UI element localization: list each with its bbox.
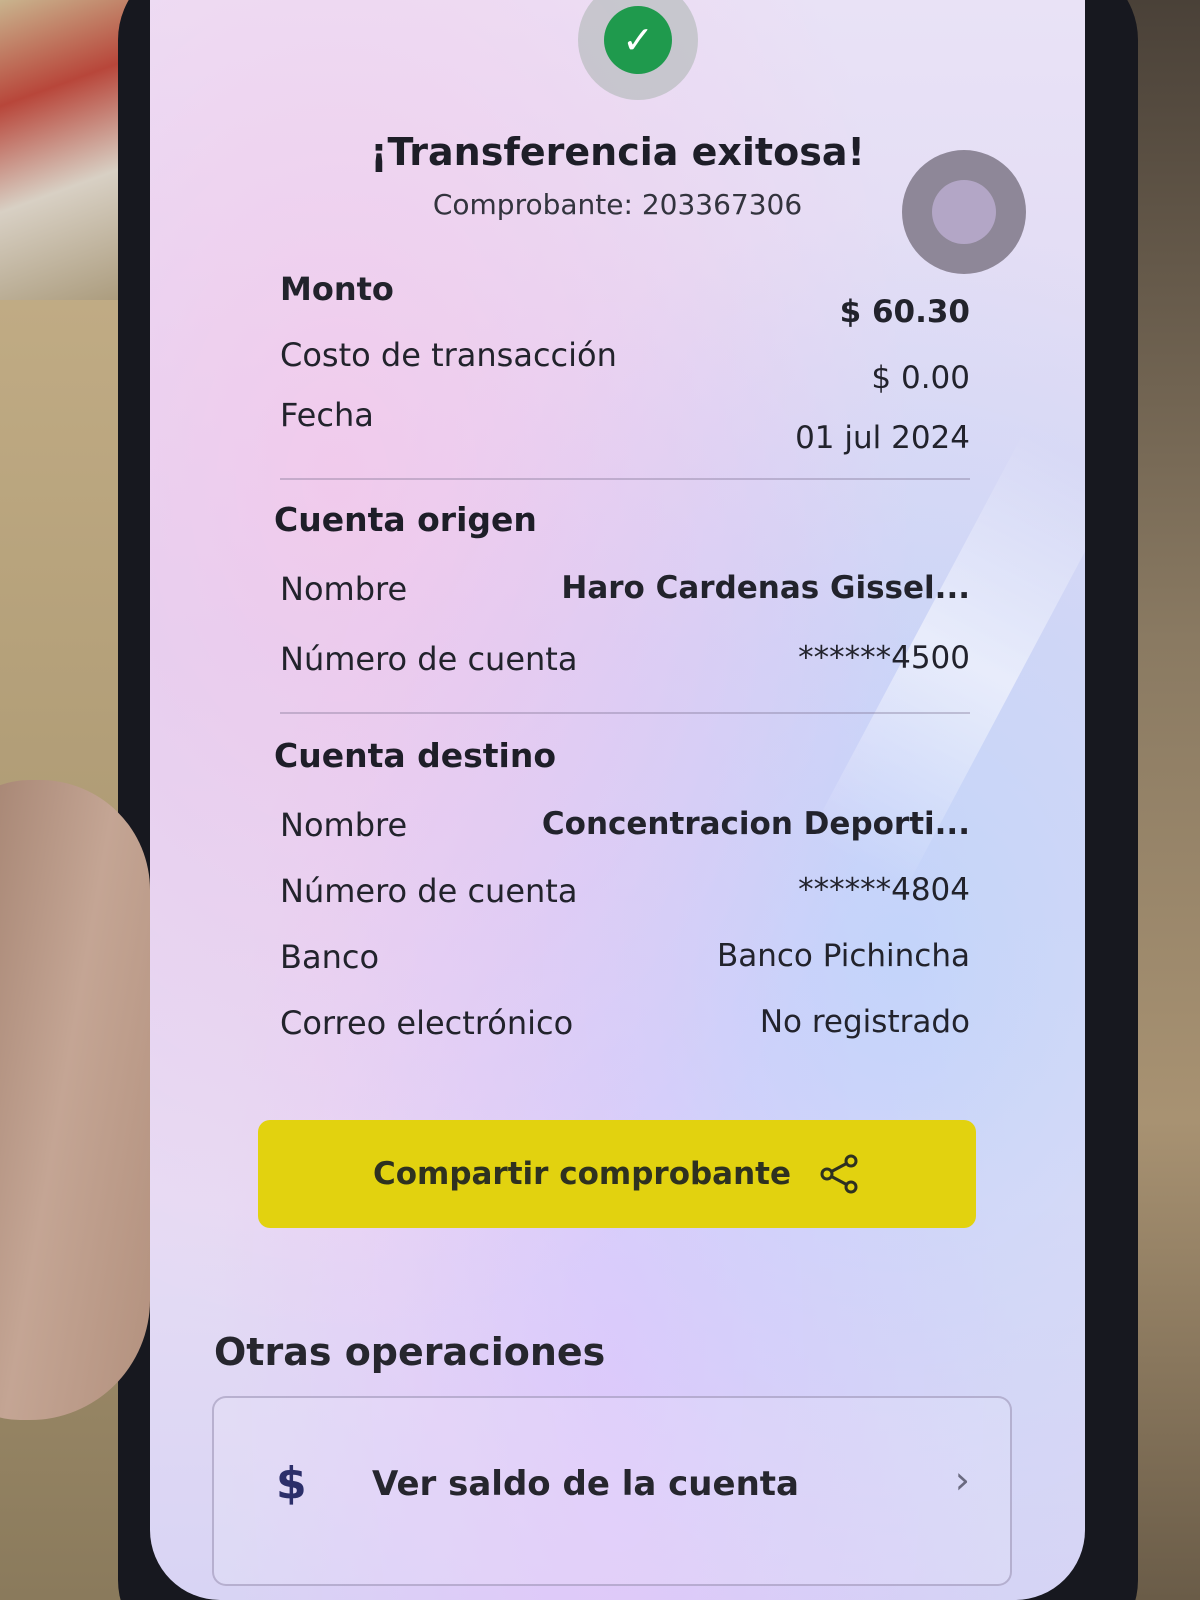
origin-name-label: Nombre <box>280 570 408 608</box>
destination-name-row: Nombre Concentracion Deporti... <box>280 806 970 866</box>
share-icon <box>820 1154 858 1194</box>
destination-bank-value: Banco Pichincha <box>716 938 970 974</box>
destination-account-value: ******4804 <box>798 872 970 908</box>
chevron-right-icon: › <box>954 1458 970 1502</box>
success-badge: ✓ <box>578 0 698 100</box>
date-value: 01 jul 2024 <box>795 420 970 456</box>
divider <box>280 478 970 480</box>
other-operations-title: Otras operaciones <box>214 1330 606 1374</box>
amount-value: $ 60.30 <box>839 294 970 330</box>
operation-view-balance[interactable]: $ Ver saldo de la cuenta › <box>212 1396 1012 1586</box>
origin-name-row: Nombre Haro Cardenas Gissel... <box>280 570 970 630</box>
origin-name-value: Haro Cardenas Gissel... <box>561 570 970 606</box>
destination-email-row: Correo electrónico No registrado <box>280 1004 970 1064</box>
destination-bank-row: Banco Banco Pichincha <box>280 938 970 998</box>
cost-row: Costo de transacción $ 0.00 <box>280 336 970 396</box>
origin-account-value: ******4500 <box>798 640 970 676</box>
amount-label: Monto <box>280 270 394 308</box>
date-row: Fecha 01 jul 2024 <box>280 396 970 456</box>
phone-screen: ✓ ¡Transferencia exitosa! Comprobante: 2… <box>150 0 1085 1600</box>
destination-email-value: No registrado <box>759 1004 970 1040</box>
share-receipt-button[interactable]: Compartir comprobante <box>258 1120 976 1228</box>
cost-value: $ 0.00 <box>871 360 970 396</box>
destination-account-label: Número de cuenta <box>280 872 578 910</box>
page-title: ¡Transferencia exitosa! <box>370 130 865 174</box>
date-label: Fecha <box>280 396 374 434</box>
receipt-number: Comprobante: 203367306 <box>432 188 803 221</box>
origin-account-row: Número de cuenta ******4500 <box>280 640 970 700</box>
thumb <box>0 780 150 1420</box>
amount-row: Monto $ 60.30 <box>280 270 970 330</box>
cost-label: Costo de transacción <box>280 336 617 374</box>
check-icon: ✓ <box>604 6 672 74</box>
destination-account-row: Número de cuenta ******4804 <box>280 872 970 932</box>
operation-label: Ver saldo de la cuenta <box>372 1464 799 1504</box>
destination-name-value: Concentracion Deporti... <box>541 806 970 842</box>
divider <box>280 712 970 714</box>
origin-account-label: Número de cuenta <box>280 640 578 678</box>
dollar-icon: $ <box>276 1458 307 1509</box>
origin-title: Cuenta origen <box>274 500 537 539</box>
destination-title: Cuenta destino <box>274 736 557 775</box>
destination-bank-label: Banco <box>280 938 380 976</box>
share-receipt-label: Compartir comprobante <box>372 1156 792 1192</box>
destination-email-label: Correo electrónico <box>280 1004 574 1042</box>
destination-name-label: Nombre <box>280 806 408 844</box>
